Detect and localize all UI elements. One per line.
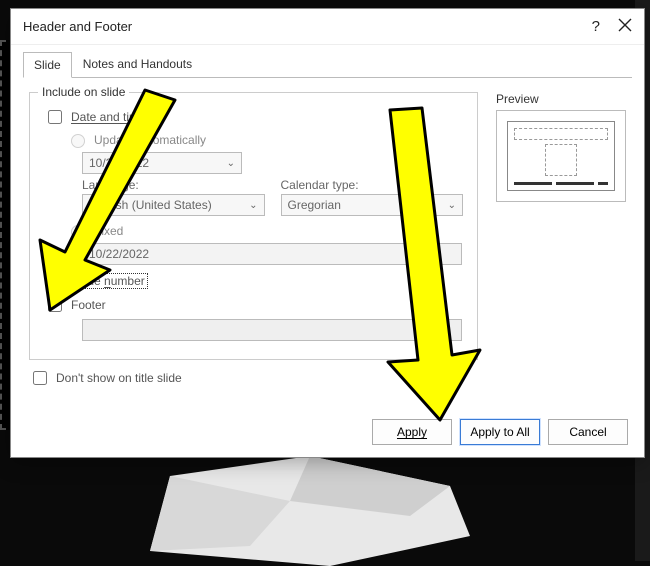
help-button[interactable]: ?	[592, 18, 600, 35]
close-button[interactable]	[618, 18, 632, 36]
tab-notes-handouts[interactable]: Notes and Handouts	[72, 51, 203, 77]
slide-number-label: Slide number	[71, 273, 148, 289]
calendar-label: Calendar type:	[281, 178, 464, 192]
preview-slide	[507, 121, 615, 191]
chevron-down-icon: ⌄	[249, 200, 257, 211]
fixed-date-input[interactable]: 10/22/2022	[82, 243, 462, 265]
language-label: Language:	[82, 178, 265, 192]
footer-checkbox[interactable]	[48, 298, 62, 312]
titlebar: Header and Footer ?	[11, 9, 644, 45]
decorative-paper-shape	[130, 456, 490, 566]
slide-number-checkbox[interactable]	[48, 274, 62, 288]
tabs: Slide Notes and Handouts	[11, 45, 644, 77]
footer-text-input[interactable]	[82, 319, 462, 341]
language-value: English (United States)	[89, 198, 212, 212]
chevron-down-icon: ⌄	[227, 158, 235, 169]
update-auto-radio[interactable]	[71, 134, 85, 148]
apply-to-all-button[interactable]: Apply to All	[460, 419, 540, 445]
preview-label: Preview	[496, 92, 626, 106]
fixed-date-value: 10/22/2022	[89, 247, 149, 261]
group-legend: Include on slide	[38, 85, 129, 99]
date-time-label: Date and time	[71, 110, 146, 124]
cancel-button[interactable]: Cancel	[548, 419, 628, 445]
preview-box	[496, 110, 626, 202]
calendar-value: Gregorian	[288, 198, 341, 212]
language-combo[interactable]: English (United States) ⌄	[82, 194, 265, 216]
date-format-value: 10/22/2022	[89, 156, 149, 170]
fixed-label: Fixed	[94, 224, 123, 238]
apply-button[interactable]: Apply	[372, 419, 452, 445]
calendar-combo[interactable]: Gregorian ⌄	[281, 194, 464, 216]
fixed-radio[interactable]	[71, 225, 85, 239]
header-footer-dialog: Header and Footer ? Slide Notes and Hand…	[10, 8, 645, 458]
tab-slide[interactable]: Slide	[23, 52, 72, 78]
dont-show-title-checkbox[interactable]	[33, 371, 47, 385]
include-on-slide-group: Include on slide Date and time Update au…	[29, 92, 478, 360]
date-format-combo[interactable]: 10/22/2022 ⌄	[82, 152, 242, 174]
dont-show-title-label: Don't show on title slide	[56, 371, 182, 385]
update-auto-label: Update automatically	[94, 133, 206, 147]
dialog-title: Header and Footer	[23, 19, 132, 34]
date-time-checkbox[interactable]	[48, 110, 62, 124]
chevron-down-icon: ⌄	[448, 200, 456, 211]
footer-label: Footer	[71, 298, 106, 312]
